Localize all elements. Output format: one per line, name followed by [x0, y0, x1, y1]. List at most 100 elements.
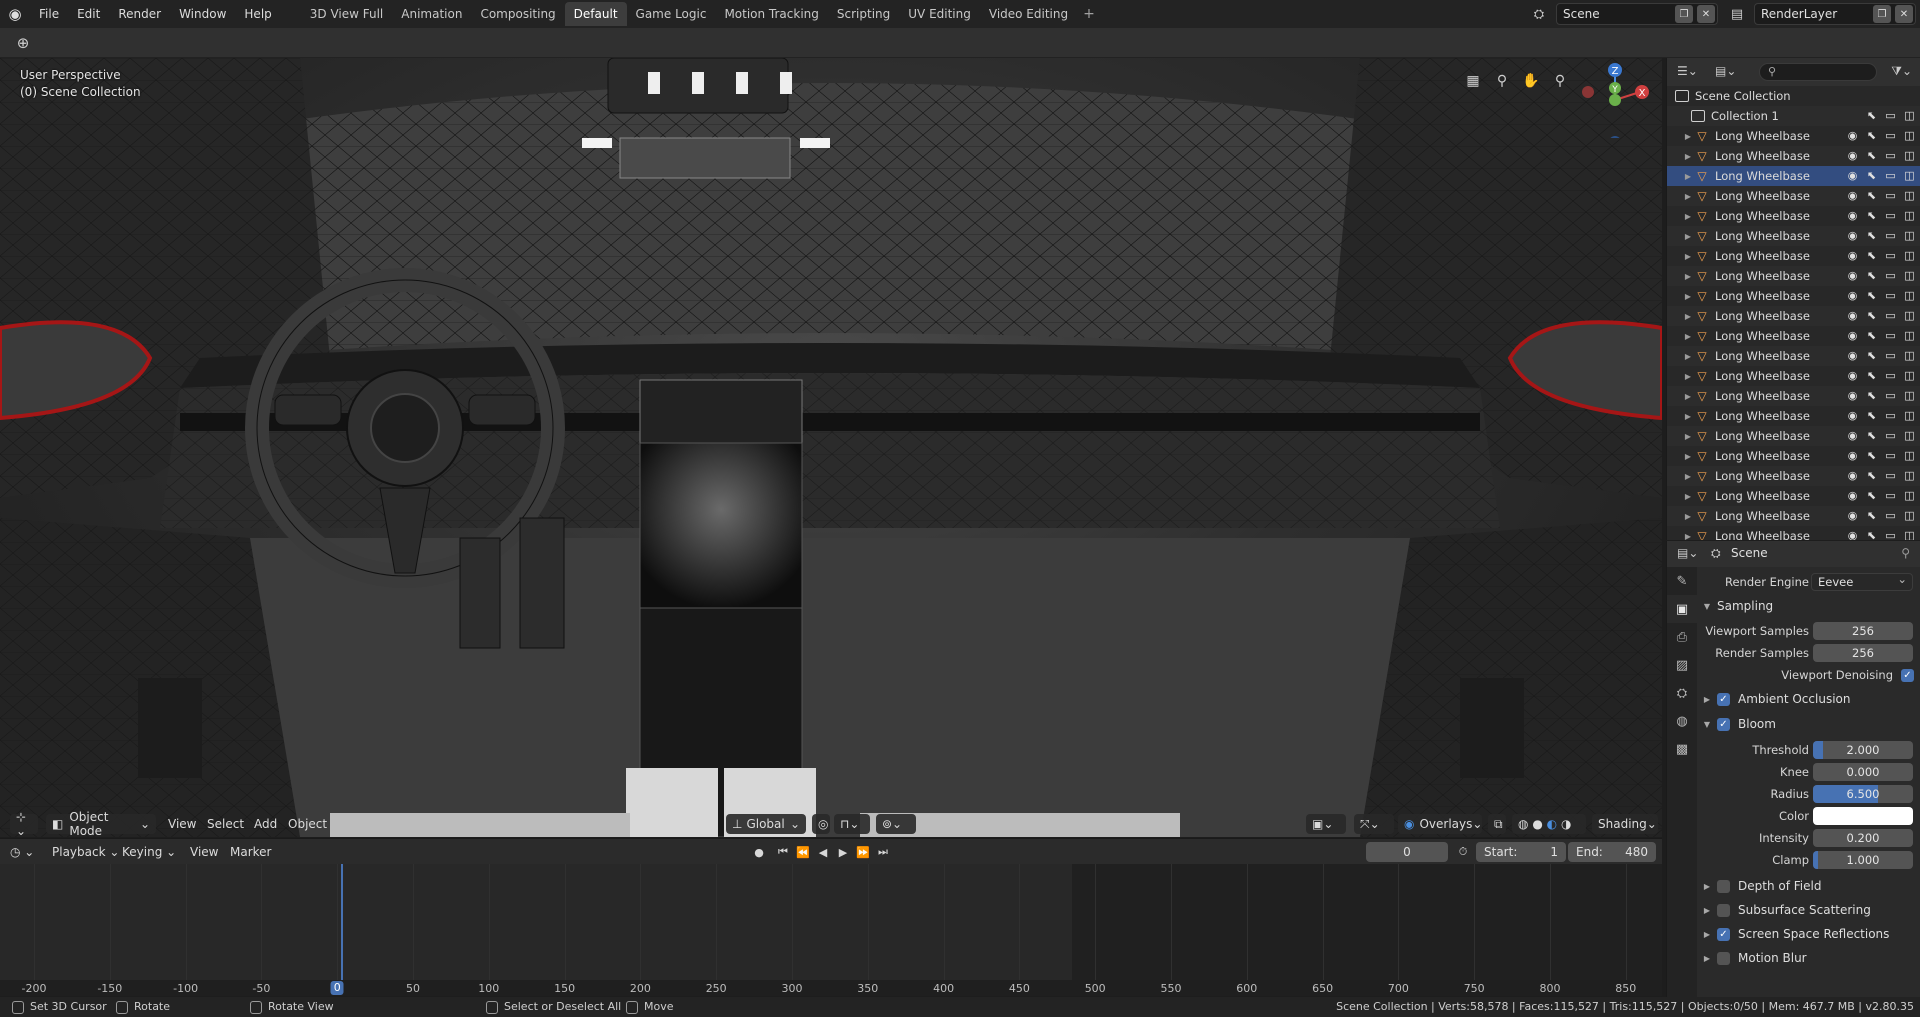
expand-right-icon[interactable]: ▶ [1667, 172, 1695, 181]
expand-right-icon[interactable]: ▶ [1667, 412, 1695, 421]
select-toggle-icon[interactable]: ⬉ [1865, 169, 1878, 182]
delete-scene-icon[interactable]: ✕ [1697, 5, 1715, 23]
outliner-object-row[interactable]: ▶▽ Long Wheelbase Car ◉ ⬉ ▭ ◫ [1667, 506, 1920, 526]
play-icon[interactable]: ▶ [834, 843, 852, 861]
menu-help[interactable]: Help [235, 0, 280, 28]
render-toggle-icon[interactable]: ◫ [1903, 169, 1916, 182]
timeline-menu-marker[interactable]: Marker [230, 842, 271, 862]
timeline-editor-icon[interactable]: ◷ ⌄ [10, 842, 38, 862]
rendered-shading-icon[interactable]: ◑ [1561, 817, 1571, 831]
menu-render[interactable]: Render [109, 0, 170, 28]
render-toggle-icon[interactable]: ◫ [1903, 189, 1916, 202]
visibility-icon[interactable]: ▣⌄ [1306, 814, 1346, 834]
viewport-toggle-icon[interactable]: ▭ [1884, 489, 1897, 502]
timeline-menu-playback[interactable]: Playback ⌄ [52, 842, 119, 862]
render-toggle-icon[interactable]: ◫ [1903, 149, 1916, 162]
tab-motion-tracking[interactable]: Motion Tracking [715, 2, 827, 26]
eye-icon[interactable]: ◉ [1846, 189, 1859, 202]
tab-view-layer-icon[interactable]: ▨ [1667, 651, 1697, 679]
viewport-toggle-icon[interactable]: ▭ [1884, 229, 1897, 242]
select-toggle-icon[interactable]: ⬉ [1865, 349, 1878, 362]
depth-of-field-checkbox[interactable] [1717, 879, 1730, 893]
expand-right-icon[interactable]: ▶ [1667, 212, 1695, 221]
select-toggle-icon[interactable]: ⬉ [1865, 509, 1878, 522]
outliner-object-row[interactable]: ▶▽ Long Wheelbase Car ◉ ⬉ ▭ ◫ [1667, 326, 1920, 346]
render-toggle-icon[interactable]: ◫ [1903, 509, 1916, 522]
editor-type-button[interactable]: ⊹ ⌄ [10, 810, 38, 838]
current-frame-field[interactable]: 0 [1366, 842, 1448, 862]
sampling-panel-header[interactable]: ▼ Sampling [1697, 595, 1920, 617]
tab-scene-icon[interactable]: ⛭ [1667, 679, 1697, 707]
render-samples-field[interactable]: 256 [1813, 644, 1913, 662]
play-reverse-icon[interactable]: ◀ [814, 843, 832, 861]
eye-icon[interactable]: ◉ [1846, 209, 1859, 222]
expand-right-icon[interactable]: ▶ [1667, 132, 1695, 141]
depth-of-field-panel-header[interactable]: ▶ Depth of Field [1697, 875, 1920, 897]
outliner-object-row[interactable]: ▶▽ Long Wheelbase Car ◉ ⬉ ▭ ◫ [1667, 406, 1920, 426]
outliner-object-row[interactable]: ▶▽ Long Wheelbase Car ◉ ⬉ ▭ ◫ [1667, 466, 1920, 486]
tab-uv-editing[interactable]: UV Editing [899, 2, 980, 26]
bloom-color-swatch[interactable] [1813, 807, 1913, 825]
viewport-toggle-icon[interactable]: ▭ [1884, 209, 1897, 222]
snap-icon[interactable]: ⊓⌄ [834, 814, 870, 834]
outliner-object-row[interactable]: ▶▽ Long Wheelbase Car ◉ ⬉ ▭ ◫ [1667, 246, 1920, 266]
outliner-object-row[interactable]: ▶▽ Long Wheelbase Car ◉ ⬉ ▭ ◫ [1667, 526, 1920, 540]
select-toggle-icon[interactable]: ⬉ [1865, 489, 1878, 502]
cursor-tool-icon[interactable]: ⊕ [12, 33, 34, 53]
select-toggle-icon[interactable]: ⬉ [1865, 449, 1878, 462]
camera-view-icon[interactable]: ⚲ [1491, 70, 1513, 92]
viewport-toggle-icon[interactable]: ▭ [1884, 269, 1897, 282]
render-toggle-icon[interactable]: ◫ [1903, 289, 1916, 302]
viewport-toggle-icon[interactable]: ▭ [1884, 389, 1897, 402]
render-toggle-icon[interactable]: ◫ [1903, 209, 1916, 222]
render-toggle-icon[interactable]: ◫ [1903, 469, 1916, 482]
eye-icon[interactable]: ◉ [1846, 269, 1859, 282]
render-layer-selector-icon[interactable]: ▤ [1722, 4, 1752, 24]
timeline-menu-keying[interactable]: Keying ⌄ [122, 842, 176, 862]
display-mode-icon[interactable]: ▤⌄ [1715, 64, 1736, 78]
overlays-button[interactable]: ◉ Overlays ⌄ [1398, 814, 1482, 834]
eye-icon[interactable]: ◉ [1846, 489, 1859, 502]
expand-right-icon[interactable]: ▶ [1667, 292, 1695, 301]
viewport-toggle-icon[interactable]: ▭ [1884, 429, 1897, 442]
add-workspace-button[interactable]: + [1077, 6, 1101, 22]
ambient-occlusion-checkbox[interactable]: ✓ [1717, 692, 1730, 706]
render-toggle-icon[interactable]: ◫ [1903, 229, 1916, 242]
outliner-editor-icon[interactable]: ☰⌄ [1677, 64, 1698, 78]
viewport-toggle-icon[interactable]: ▭ [1884, 169, 1897, 182]
timeline-area[interactable]: -200 -150 -100 -50 0 50 100 150 200 250 300 350 400 4… [0, 864, 1662, 996]
render-toggle-icon[interactable]: ◫ [1903, 529, 1916, 540]
end-frame-field[interactable]: End: 480 [1568, 842, 1656, 862]
subsurface-scattering-checkbox[interactable] [1717, 903, 1730, 917]
expand-right-icon[interactable]: ▶ [1667, 372, 1695, 381]
outliner-object-row[interactable]: ▶▽ Long Wheelbase Car ◉ ⬉ ▭ ◫ [1667, 306, 1920, 326]
motion-blur-checkbox[interactable] [1717, 951, 1730, 965]
menu-file[interactable]: File [30, 0, 68, 28]
outliner-object-row[interactable]: ▶▽ Long Wheelbase Car ◉ ⬉ ▭ ◫ [1667, 166, 1920, 186]
outliner-object-row[interactable]: ▶▽ Long Wheelbase Car ◉ ⬉ ▭ ◫ [1667, 206, 1920, 226]
eye-icon[interactable]: ◉ [1846, 249, 1859, 262]
expand-right-icon[interactable]: ▶ [1667, 512, 1695, 521]
solid-shading-icon[interactable]: ● [1532, 817, 1542, 831]
select-toggle-icon[interactable]: ⬉ [1865, 129, 1878, 142]
subsurface-scattering-panel-header[interactable]: ▶ Subsurface Scattering [1697, 899, 1920, 921]
clamp-field[interactable]: 1.000 [1813, 851, 1913, 869]
expand-right-icon[interactable]: ▶ [1667, 452, 1695, 461]
select-toggle-icon[interactable]: ⬉ [1865, 429, 1878, 442]
tab-animation[interactable]: Animation [392, 2, 471, 26]
bloom-checkbox[interactable]: ✓ [1717, 717, 1730, 731]
render-engine-select[interactable]: Eevee [1811, 571, 1913, 591]
eye-icon[interactable]: ◉ [1846, 389, 1859, 402]
expand-right-icon[interactable]: ▶ [1667, 272, 1695, 281]
viewport-toggle-icon[interactable]: ▭ [1884, 329, 1897, 342]
expand-right-icon[interactable]: ▶ [1667, 432, 1695, 441]
expand-right-icon[interactable]: ▶ [1667, 312, 1695, 321]
select-toggle-icon[interactable]: ⬉ [1865, 369, 1878, 382]
select-toggle-icon[interactable]: ⬉ [1865, 529, 1878, 540]
outliner-object-row[interactable]: ▶▽ Long Wheelbase Car ◉ ⬉ ▭ ◫ [1667, 146, 1920, 166]
render-layer-field[interactable]: RenderLayer ❐ ✕ [1754, 3, 1916, 25]
tab-output-icon[interactable]: ⎙ [1667, 623, 1697, 651]
render-toggle-icon[interactable]: ◫ [1903, 269, 1916, 282]
viewport-samples-field[interactable]: 256 [1813, 622, 1913, 640]
radius-field[interactable]: 6.500 [1813, 785, 1913, 803]
